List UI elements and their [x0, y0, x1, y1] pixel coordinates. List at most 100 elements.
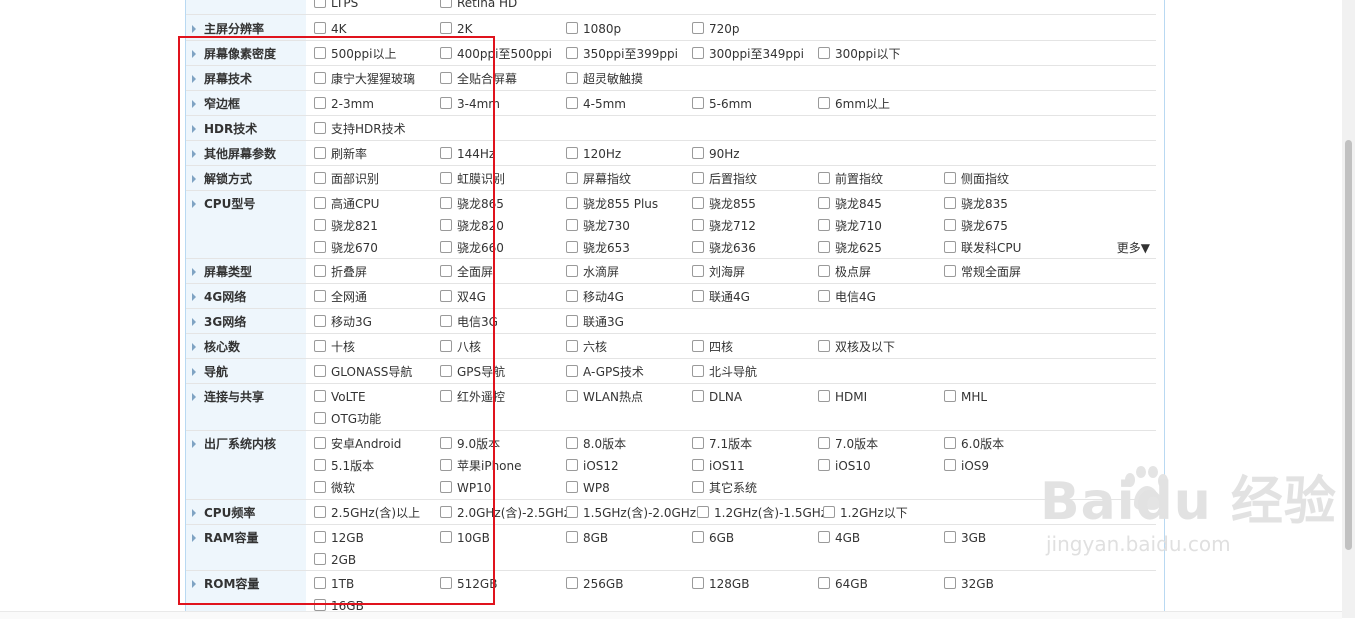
filter-option[interactable]: 前置指纹	[818, 168, 883, 190]
option-checkbox[interactable]	[566, 172, 578, 184]
option-checkbox[interactable]	[818, 459, 830, 471]
scrollbar-thumb[interactable]	[1345, 140, 1352, 550]
option-checkbox[interactable]	[692, 459, 704, 471]
option-checkbox[interactable]	[818, 197, 830, 209]
filter-option[interactable]: 骁龙625	[818, 237, 882, 259]
filter-option[interactable]: 32GB	[944, 573, 994, 595]
filter-option[interactable]: 3GB	[944, 527, 986, 549]
vertical-scrollbar[interactable]	[1342, 0, 1355, 618]
option-checkbox[interactable]	[697, 506, 709, 518]
filter-option[interactable]: 90Hz	[692, 143, 740, 165]
option-checkbox[interactable]	[818, 47, 830, 59]
option-checkbox[interactable]	[440, 0, 452, 8]
filter-option[interactable]: WP8	[566, 477, 610, 499]
option-checkbox[interactable]	[692, 219, 704, 231]
filter-option[interactable]: Retina HD	[440, 0, 517, 14]
option-checkbox[interactable]	[566, 390, 578, 402]
option-checkbox[interactable]	[692, 481, 704, 493]
option-checkbox[interactable]	[818, 390, 830, 402]
filter-option[interactable]: 后置指纹	[692, 168, 757, 190]
filter-option[interactable]: 8GB	[566, 527, 608, 549]
option-checkbox[interactable]	[692, 97, 704, 109]
option-checkbox[interactable]	[818, 219, 830, 231]
filter-option[interactable]: 骁龙710	[818, 215, 882, 237]
option-checkbox[interactable]	[566, 315, 578, 327]
option-checkbox[interactable]	[944, 219, 956, 231]
option-checkbox[interactable]	[944, 241, 956, 253]
more-toggle[interactable]: 更多▼	[1117, 237, 1150, 259]
filter-option[interactable]: 5-6mm	[692, 93, 752, 115]
filter-option[interactable]: 1.5GHz(含)-2.0GHz	[566, 502, 696, 524]
option-checkbox[interactable]	[566, 437, 578, 449]
option-checkbox[interactable]	[944, 531, 956, 543]
filter-option[interactable]: DLNA	[692, 386, 742, 408]
filter-option[interactable]: 720p	[692, 18, 740, 40]
filter-option[interactable]: 4-5mm	[566, 93, 626, 115]
option-checkbox[interactable]	[566, 22, 578, 34]
option-checkbox[interactable]	[818, 437, 830, 449]
filter-option[interactable]: 6mm以上	[818, 93, 890, 115]
option-checkbox[interactable]	[944, 459, 956, 471]
option-checkbox[interactable]	[566, 481, 578, 493]
option-checkbox[interactable]	[818, 290, 830, 302]
filter-option[interactable]: HDMI	[818, 386, 867, 408]
filter-option[interactable]: 移动4G	[566, 286, 624, 308]
option-checkbox[interactable]	[692, 340, 704, 352]
option-checkbox[interactable]	[818, 172, 830, 184]
option-checkbox[interactable]	[692, 531, 704, 543]
option-checkbox[interactable]	[692, 437, 704, 449]
filter-option[interactable]: 骁龙730	[566, 215, 630, 237]
option-checkbox[interactable]	[566, 459, 578, 471]
filter-option[interactable]: 8.0版本	[566, 433, 626, 455]
option-checkbox[interactable]	[692, 390, 704, 402]
option-checkbox[interactable]	[566, 340, 578, 352]
filter-option[interactable]: 刘海屏	[692, 261, 745, 283]
filter-option[interactable]: 350ppi至399ppi	[566, 43, 678, 65]
filter-option[interactable]: WLAN热点	[566, 386, 643, 408]
filter-option[interactable]: 6.0版本	[944, 433, 1004, 455]
filter-option[interactable]: 骁龙636	[692, 237, 756, 259]
filter-option[interactable]: 6GB	[692, 527, 734, 549]
filter-option[interactable]: 300ppi以下	[818, 43, 900, 65]
filter-option[interactable]: 7.1版本	[692, 433, 752, 455]
option-checkbox[interactable]	[314, 22, 326, 34]
option-checkbox[interactable]	[566, 219, 578, 231]
option-checkbox[interactable]	[692, 47, 704, 59]
option-checkbox[interactable]	[692, 290, 704, 302]
filter-option[interactable]: 侧面指纹	[944, 168, 1009, 190]
filter-option[interactable]: 7.0版本	[818, 433, 878, 455]
filter-option[interactable]: 128GB	[692, 573, 749, 595]
filter-option[interactable]: iOS11	[692, 455, 745, 477]
option-checkbox[interactable]	[944, 437, 956, 449]
filter-option[interactable]: 北斗导航	[692, 361, 757, 383]
filter-option[interactable]: 水滴屏	[566, 261, 619, 283]
filter-option[interactable]: iOS9	[944, 455, 989, 477]
filter-option[interactable]: LTPS	[314, 0, 358, 14]
option-checkbox[interactable]	[566, 290, 578, 302]
filter-option[interactable]: 骁龙712	[692, 215, 756, 237]
filter-option[interactable]: iOS10	[818, 455, 871, 477]
option-checkbox[interactable]	[818, 97, 830, 109]
filter-option[interactable]: 1.2GHz以下	[823, 502, 908, 524]
option-checkbox[interactable]	[566, 47, 578, 59]
option-checkbox[interactable]	[566, 577, 578, 589]
option-checkbox[interactable]	[314, 0, 326, 8]
option-checkbox[interactable]	[692, 365, 704, 377]
filter-option[interactable]: 屏幕指纹	[566, 168, 631, 190]
option-checkbox[interactable]	[944, 265, 956, 277]
option-checkbox[interactable]	[440, 22, 452, 34]
filter-option[interactable]: iOS12	[566, 455, 619, 477]
option-checkbox[interactable]	[818, 241, 830, 253]
filter-option[interactable]: 电信4G	[818, 286, 876, 308]
filter-option[interactable]: 骁龙855 Plus	[566, 193, 658, 215]
option-checkbox[interactable]	[566, 197, 578, 209]
option-checkbox[interactable]	[566, 147, 578, 159]
option-checkbox[interactable]	[823, 506, 835, 518]
filter-option[interactable]: 联发科CPU	[944, 237, 1021, 259]
filter-option[interactable]: 4GB	[818, 527, 860, 549]
filter-option[interactable]: 四核	[692, 336, 733, 358]
option-checkbox[interactable]	[818, 340, 830, 352]
filter-option[interactable]: 骁龙845	[818, 193, 882, 215]
option-checkbox[interactable]	[566, 531, 578, 543]
option-checkbox[interactable]	[692, 172, 704, 184]
